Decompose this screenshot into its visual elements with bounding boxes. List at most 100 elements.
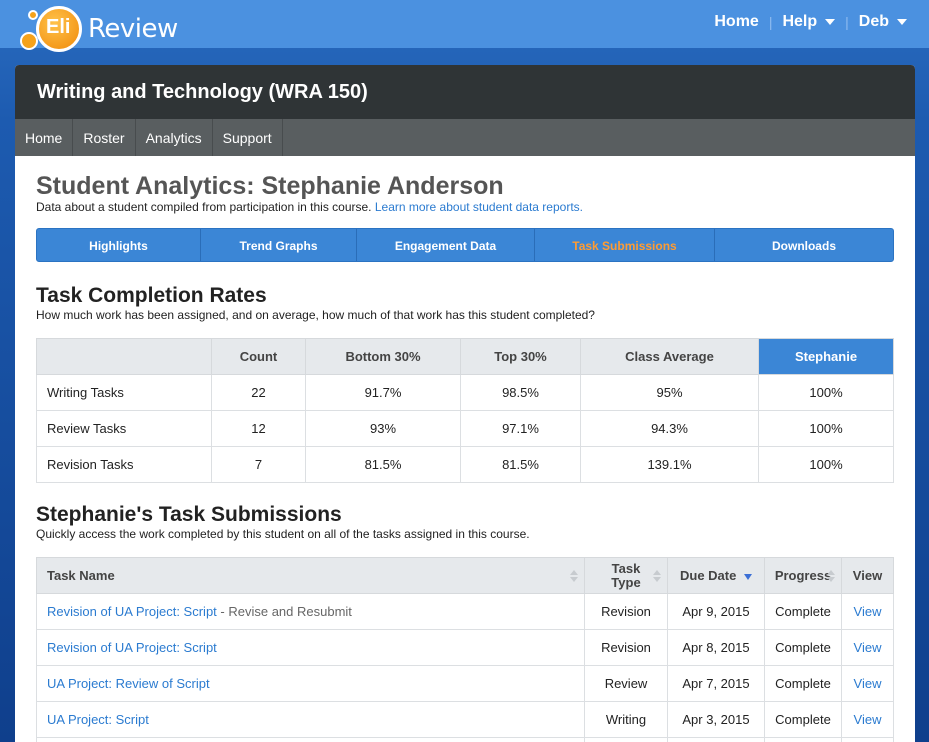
course-nav: Home Roster Analytics Support	[15, 119, 915, 156]
table-row: Review Tasks 12 93% 97.1% 94.3% 100%	[36, 410, 894, 447]
column-header	[36, 338, 212, 375]
task-type-cell: Revision	[584, 629, 668, 666]
column-label: Task	[611, 560, 641, 576]
progress-cell: Complete	[764, 701, 842, 738]
course-nav-roster[interactable]: Roster	[73, 119, 136, 156]
table-cell: 100%	[758, 410, 894, 447]
table-header-row: Task Name Task Type Due Date Progress Vi…	[36, 557, 894, 594]
eli-review-logo[interactable]: Eli Review	[16, 2, 178, 54]
nav-separator: |	[768, 14, 773, 30]
task-link[interactable]: Revision of UA Project: Script	[47, 604, 217, 619]
due-date-cell: Apr 8, 2015	[667, 629, 765, 666]
nav-home-link[interactable]: Home	[714, 13, 758, 31]
sort-by-progress[interactable]: Progress	[764, 557, 842, 594]
table-cell	[584, 737, 668, 742]
view-link[interactable]: View	[854, 676, 882, 691]
table-cell: Writing Tasks	[36, 374, 212, 411]
column-header: Count	[211, 338, 306, 375]
nav-user-menu[interactable]: Deb	[859, 13, 907, 31]
due-date-cell: Apr 9, 2015	[667, 593, 765, 630]
submissions-heading: Stephanie's Task Submissions	[36, 503, 342, 526]
column-header: Bottom 30%	[305, 338, 461, 375]
table-cell: 91.7%	[305, 374, 461, 411]
task-name-cell: UA Project: Review of Script	[36, 665, 585, 702]
view-cell: View	[841, 701, 894, 738]
table-cell: 93%	[305, 410, 461, 447]
view-link[interactable]: View	[854, 640, 882, 655]
due-date-cell: Apr 3, 2015	[667, 701, 765, 738]
table-row: Revision of UA Project: Script - Revise …	[36, 593, 894, 630]
table-row: UA Project: Script Writing Apr 3, 2015 C…	[36, 701, 894, 738]
table-cell	[764, 737, 842, 742]
column-label: Type	[611, 574, 641, 590]
table-cell: Review Tasks	[36, 410, 212, 447]
sort-icon	[570, 570, 578, 584]
table-cell: 98.5%	[460, 374, 581, 411]
table-cell: 139.1%	[580, 446, 759, 483]
course-nav-support[interactable]: Support	[213, 119, 283, 156]
task-link[interactable]: Revision of UA Project: Script	[47, 640, 217, 655]
table-cell: 81.5%	[305, 446, 461, 483]
page-title: Student Analytics: Stephanie Anderson	[36, 172, 504, 200]
course-nav-home[interactable]: Home	[15, 119, 74, 156]
tab-downloads[interactable]: Downloads	[715, 229, 893, 261]
completion-heading: Task Completion Rates	[36, 284, 267, 307]
logo-dot-medium	[20, 32, 38, 50]
due-date-cell: Apr 7, 2015	[667, 665, 765, 702]
analytics-tabs: Highlights Trend Graphs Engagement Data …	[36, 228, 894, 262]
nav-separator: |	[845, 14, 849, 30]
task-name-cell: UA Project: Script	[36, 701, 585, 738]
table-cell: 100%	[758, 446, 894, 483]
course-title: Writing and Technology (WRA 150)	[15, 65, 915, 119]
progress-cell: Complete	[764, 665, 842, 702]
sort-icon	[653, 570, 661, 584]
task-type-cell: Revision	[584, 593, 668, 630]
submissions-section: Stephanie's Task Submissions Quickly acc…	[36, 503, 894, 742]
task-link[interactable]: UA Project: Review of Script	[47, 676, 210, 691]
task-suffix: - Revise and Resubmit	[216, 604, 352, 619]
sort-by-task-name[interactable]: Task Name	[36, 557, 585, 594]
submissions-table: Task Name Task Type Due Date Progress Vi…	[36, 557, 894, 742]
nav-help-menu[interactable]: Help	[782, 13, 836, 31]
sort-icon	[827, 570, 835, 584]
table-cell: 7	[211, 446, 306, 483]
tab-highlights[interactable]: Highlights	[37, 229, 201, 261]
tab-task-submissions[interactable]: Task Submissions	[535, 229, 715, 261]
table-cell: 12	[211, 410, 306, 447]
table-cell: Revision Tasks	[36, 446, 212, 483]
table-cell: 97.1%	[460, 410, 581, 447]
page-subtitle: Data about a student compiled from parti…	[36, 200, 894, 214]
task-type-cell: Review	[584, 665, 668, 702]
table-row: Revision of UA Project: Script Revision …	[36, 629, 894, 666]
column-header-student: Stephanie	[758, 338, 894, 375]
view-link[interactable]: View	[854, 712, 882, 727]
tab-engagement-data[interactable]: Engagement Data	[357, 229, 535, 261]
table-cell	[841, 737, 894, 742]
task-link[interactable]: UA Project: Script	[47, 712, 149, 727]
table-cell	[36, 737, 585, 742]
sort-by-task-type[interactable]: Task Type	[584, 557, 668, 594]
completion-description: How much work has been assigned, and on …	[36, 308, 595, 322]
task-type-cell: Writing	[584, 701, 668, 738]
logo-eli-text: Eli	[46, 16, 71, 38]
table-row: Writing Tasks 22 91.7% 98.5% 95% 100%	[36, 374, 894, 411]
table-cell: 22	[211, 374, 306, 411]
view-link[interactable]: View	[854, 604, 882, 619]
tab-trend-graphs[interactable]: Trend Graphs	[201, 229, 357, 261]
progress-cell: Complete	[764, 629, 842, 666]
sort-descending-icon	[743, 573, 752, 580]
nav-user-label: Deb	[858, 13, 889, 30]
table-row	[36, 737, 894, 742]
view-cell: View	[841, 665, 894, 702]
main-panel: Writing and Technology (WRA 150) Home Ro…	[15, 65, 915, 742]
table-cell	[667, 737, 765, 742]
sort-by-due-date[interactable]: Due Date	[667, 557, 765, 594]
table-cell: 81.5%	[460, 446, 581, 483]
task-name-cell: Revision of UA Project: Script	[36, 629, 585, 666]
learn-more-link[interactable]: Learn more about student data reports.	[375, 200, 583, 214]
column-header-view: View	[841, 557, 894, 594]
column-header: Top 30%	[460, 338, 581, 375]
table-cell: 94.3%	[580, 410, 759, 447]
course-nav-analytics[interactable]: Analytics	[136, 119, 213, 156]
view-cell: View	[841, 629, 894, 666]
